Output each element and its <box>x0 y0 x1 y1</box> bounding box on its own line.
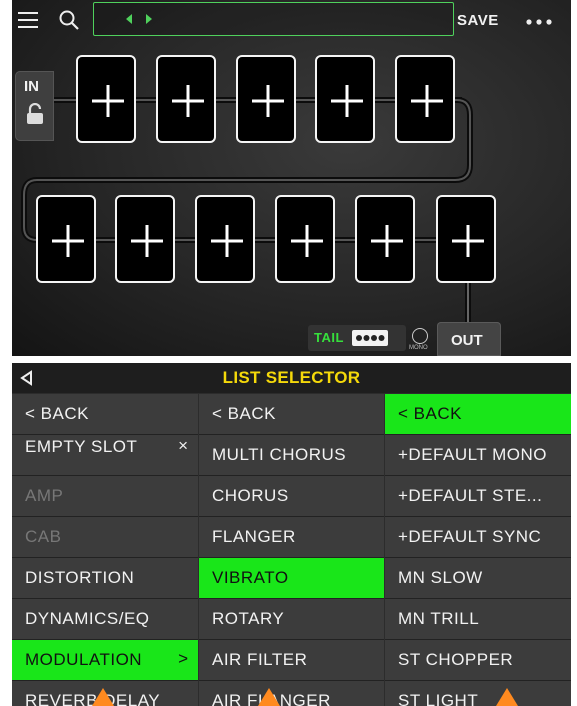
list-item-label: +DEFAULT STE... <box>398 486 543 505</box>
clear-icon: × <box>178 436 188 455</box>
input-label: IN <box>24 78 39 95</box>
list-item-label: +DEFAULT MONO <box>398 445 547 464</box>
plus-icon <box>92 85 124 117</box>
signal-path-editor: SAVE IN TAIL MONO OUT <box>12 0 571 356</box>
selector-header: LIST SELECTOR <box>12 363 571 393</box>
list-item-label: CAB <box>25 527 62 546</box>
list-item-label: FLANGER <box>212 527 296 546</box>
block-slot[interactable] <box>115 195 175 283</box>
search-icon[interactable] <box>58 9 80 31</box>
list-item[interactable]: MULTI CHORUS <box>199 435 384 476</box>
plus-icon <box>172 85 204 117</box>
list-item-label: EMPTY SLOT <box>25 437 138 456</box>
list-item[interactable]: MN TRILL <box>385 599 571 640</box>
plus-icon <box>252 85 284 117</box>
plus-icon <box>291 225 323 257</box>
list-item[interactable]: AIR FLANGER <box>199 681 384 706</box>
list-item-label: +DEFAULT SYNC <box>398 527 542 546</box>
list-item-label: ST CHOPPER <box>398 650 514 669</box>
list-item-label: ST LIGHT <box>398 691 479 706</box>
list-item[interactable]: ROTARY <box>199 599 384 640</box>
list-item[interactable]: MN SLOW <box>385 558 571 599</box>
more-icon[interactable] <box>523 11 557 31</box>
list-item[interactable]: AIR FILTER <box>199 640 384 681</box>
list-item-label: AIR FILTER <box>212 650 308 669</box>
block-slot[interactable] <box>315 55 375 143</box>
plus-icon <box>52 225 84 257</box>
list-item[interactable]: VIBRATO <box>199 558 384 599</box>
list-item[interactable]: CHORUS <box>199 476 384 517</box>
list-item-label: MN SLOW <box>398 568 483 587</box>
list-item-label: MN TRILL <box>398 609 480 628</box>
save-button[interactable]: SAVE <box>457 12 499 29</box>
input-block[interactable]: IN <box>15 71 54 141</box>
block-slot[interactable] <box>76 55 136 143</box>
plus-icon <box>411 85 443 117</box>
list-item-label: DYNAMICS/EQ <box>25 609 150 628</box>
list-item-label: AMP <box>25 486 64 505</box>
menu-icon[interactable] <box>18 12 38 28</box>
block-slot[interactable] <box>156 55 216 143</box>
list-item[interactable]: DYNAMICS/EQ <box>12 599 198 640</box>
list-selector: LIST SELECTOR < BACK EMPTY SLOT × AMP CAB DIS… <box>12 363 571 706</box>
back-label: < BACK <box>25 404 89 423</box>
block-slot[interactable] <box>436 195 496 283</box>
list-item[interactable]: EMPTY SLOT × <box>12 435 198 476</box>
plus-icon <box>131 225 163 257</box>
list-item[interactable]: ST CHOPPER <box>385 640 571 681</box>
touch-marker <box>258 688 280 706</box>
list-item[interactable]: CAB <box>12 517 198 558</box>
list-item-label: MODULATION <box>25 650 143 669</box>
block-slot[interactable] <box>355 195 415 283</box>
block-slot[interactable] <box>275 195 335 283</box>
plus-icon <box>331 85 363 117</box>
back-button[interactable]: < BACK <box>199 394 384 435</box>
preset-arrows-icon[interactable] <box>124 11 164 27</box>
list-item[interactable]: MODULATION > <box>12 640 198 681</box>
list-item-label: DISTORTION <box>25 568 135 587</box>
split-dots-icon[interactable] <box>352 330 388 346</box>
list-item[interactable]: ST LIGHT <box>385 681 571 706</box>
touch-marker <box>496 688 518 706</box>
list-item[interactable]: FLANGER <box>199 517 384 558</box>
block-slot[interactable] <box>36 195 96 283</box>
chevron-right-icon: > <box>178 649 188 668</box>
list-item-label: VIBRATO <box>212 568 289 587</box>
back-label: < BACK <box>398 404 462 423</box>
list-item-label: CHORUS <box>212 486 289 505</box>
back-button[interactable]: < BACK <box>12 394 198 435</box>
list-item[interactable]: +DEFAULT SYNC <box>385 517 571 558</box>
back-label: < BACK <box>212 404 276 423</box>
selector-title: LIST SELECTOR <box>222 368 361 387</box>
list-item-label: ROTARY <box>212 609 285 628</box>
list-item[interactable]: +DEFAULT STE... <box>385 476 571 517</box>
block-slot[interactable] <box>395 55 455 143</box>
mono-label: MONO <box>409 345 428 351</box>
output-label: OUT <box>451 332 483 349</box>
list-item-label: MULTI CHORUS <box>212 445 347 464</box>
tail-label: TAIL <box>314 330 344 345</box>
back-button[interactable]: < BACK <box>385 394 571 435</box>
block-slot[interactable] <box>195 195 255 283</box>
signal-chain-cable <box>21 97 473 322</box>
block-slot[interactable] <box>236 55 296 143</box>
tail-toggle[interactable]: TAIL <box>308 325 406 351</box>
plus-icon <box>211 225 243 257</box>
lock-icon <box>27 103 43 124</box>
list-item[interactable]: AMP <box>12 476 198 517</box>
output-block[interactable]: OUT <box>437 322 501 356</box>
mono-toggle[interactable] <box>412 328 428 344</box>
plus-icon <box>371 225 403 257</box>
list-item[interactable]: DISTORTION <box>12 558 198 599</box>
plus-icon <box>452 225 484 257</box>
list-item[interactable]: +DEFAULT MONO <box>385 435 571 476</box>
top-toolbar: SAVE <box>12 0 571 42</box>
touch-marker <box>92 688 114 706</box>
preset-name-field[interactable] <box>93 2 454 36</box>
